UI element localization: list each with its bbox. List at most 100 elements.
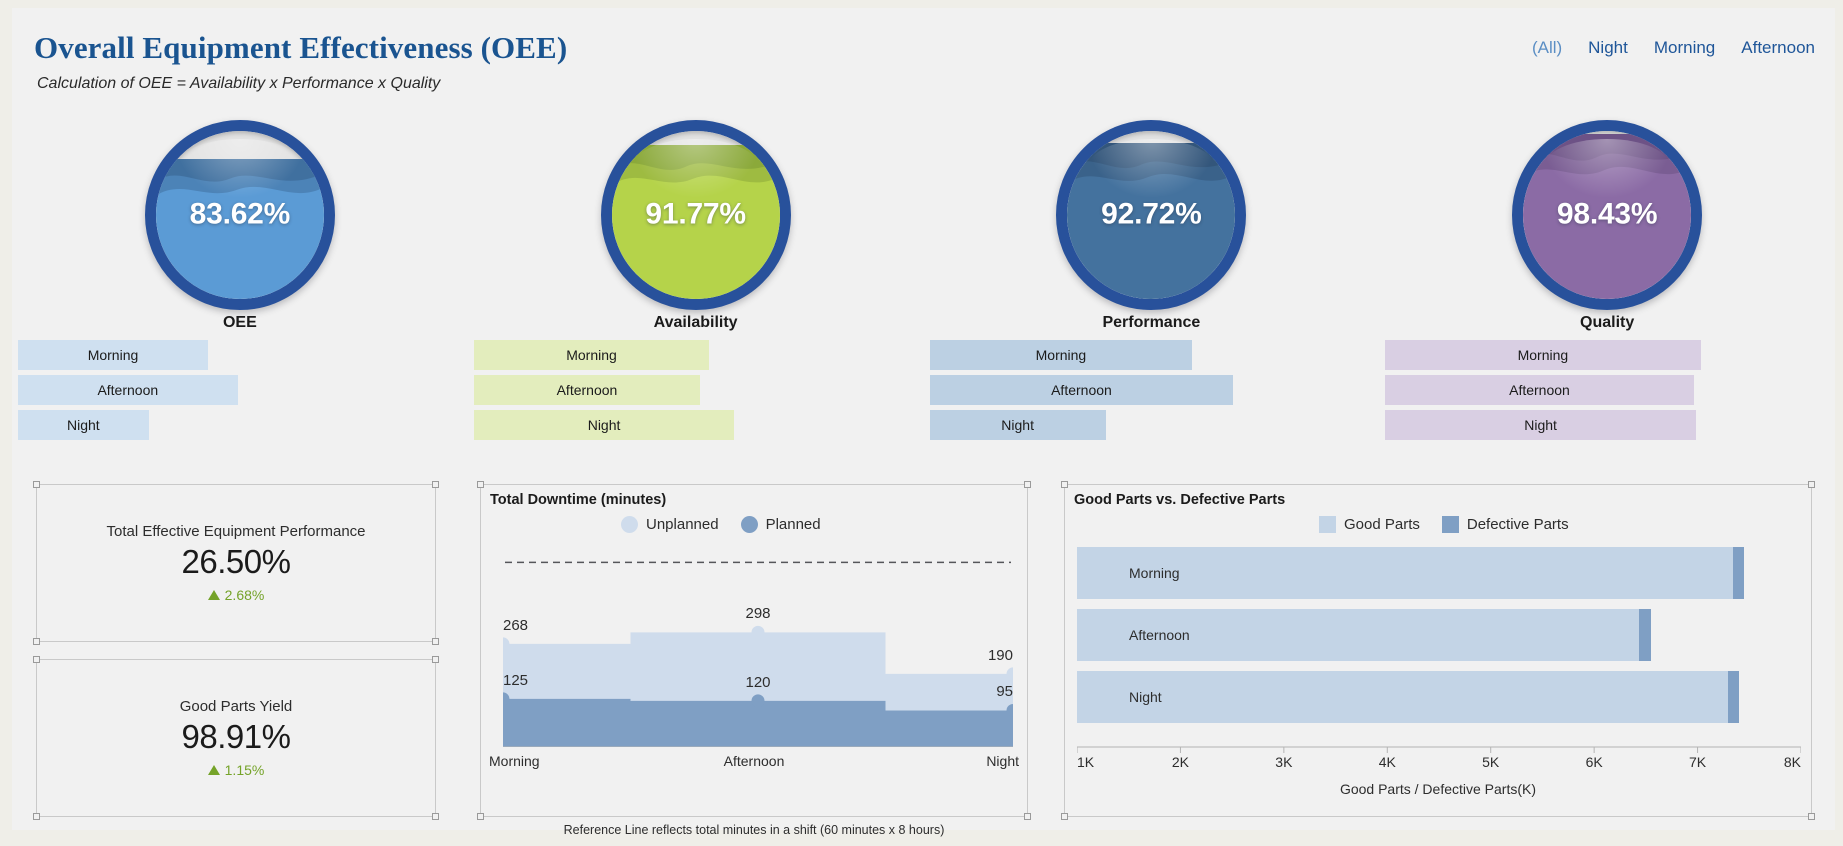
shift-bar[interactable]: Morning [468, 340, 924, 370]
shift-bar[interactable]: Morning [924, 340, 1380, 370]
bar-category-label: Morning [1129, 565, 1180, 581]
shift-bar[interactable]: Night [468, 410, 924, 440]
shift-bar-group-oee: Morning Afternoon Night [12, 340, 468, 445]
shift-bar-group-performance: Morning Afternoon Night [924, 340, 1380, 445]
dashboard-header: Overall Equipment Effectiveness (OEE) Ca… [12, 8, 1835, 104]
legend-item-planned[interactable]: Planned [740, 516, 821, 533]
legend-item-defective-parts[interactable]: Defective Parts [1441, 516, 1569, 533]
datalabel-unplanned-night: 190 [987, 646, 1013, 664]
resize-handle[interactable] [1024, 813, 1031, 820]
filter-item-morning[interactable]: Morning [1654, 38, 1715, 58]
gauge-availability[interactable]: 91.77% [600, 120, 791, 310]
filter-item-night[interactable]: Night [1588, 38, 1628, 58]
panel-title-downtime: Total Downtime (minutes) [490, 492, 667, 508]
table-row[interactable]: Morning [1077, 547, 1801, 599]
legend-good-parts[interactable]: Good Parts Defective Parts [1319, 516, 1581, 533]
shift-bar-label: Afternoon [1509, 382, 1570, 398]
kpi-delta-value: 2.68% [224, 587, 265, 603]
legend-label-defective-parts: Defective Parts [1466, 516, 1569, 533]
shift-bar-label: Morning [1517, 347, 1569, 363]
resize-handle[interactable] [432, 813, 439, 820]
resize-handle[interactable] [1061, 813, 1068, 820]
good-parts-plot-area[interactable]: Morning Afternoon Night [1077, 547, 1801, 743]
gauge-quality[interactable]: 98.43% [1512, 120, 1703, 310]
bar-defective-parts [1638, 609, 1652, 661]
shift-bar[interactable]: Afternoon [12, 375, 468, 405]
shift-filter[interactable]: (All) Night Morning Afternoon [1532, 38, 1815, 58]
panel-total-downtime[interactable]: Total Downtime (minutes) Unplanned Plann… [477, 481, 1031, 820]
downtime-xtick-afternoon: Afternoon [723, 753, 785, 769]
kpi-delta: 2.68% [207, 587, 265, 603]
resize-handle[interactable] [1061, 481, 1068, 488]
gauge-cell-oee: 83.62% OEE Morning Afternoon Night [12, 108, 468, 448]
good-parts-xtick: 1K [1077, 754, 1095, 770]
gauge-value: 92.72% [1101, 197, 1202, 231]
kpi-value: 26.50% [181, 543, 291, 580]
filter-item-all[interactable]: (All) [1532, 38, 1562, 58]
resize-handle[interactable] [1808, 813, 1815, 820]
legend-swatch-good-parts [1319, 516, 1336, 533]
gauge-cell-performance: 92.72% Performance Morning Afternoon Night [924, 108, 1380, 448]
kpi-label: Good Parts Yield [179, 698, 293, 715]
table-row[interactable]: Night [1077, 671, 1801, 723]
legend-item-good-parts[interactable]: Good Parts [1319, 516, 1420, 533]
kpi-value: 98.91% [181, 718, 291, 755]
resize-handle[interactable] [33, 481, 40, 488]
kpi-panel-good-parts-yield[interactable]: Good Parts Yield 98.91% 1.15% [33, 656, 439, 820]
gauge-oee[interactable]: 83.62% [144, 120, 335, 310]
gauge-performance[interactable]: 92.72% [1056, 120, 1247, 310]
gauge-cell-availability: 91.77% Availability Morning Afternoon Night [468, 108, 924, 448]
bar-defective-parts [1727, 671, 1740, 723]
datalabel-planned-afternoon: 120 [745, 673, 771, 691]
shift-bar[interactable]: Afternoon [1379, 375, 1835, 405]
shift-bar[interactable]: Morning [12, 340, 468, 370]
shift-bar[interactable]: Night [1379, 410, 1835, 440]
panel-good-parts[interactable]: Good Parts vs. Defective Parts Good Part… [1061, 481, 1815, 820]
legend-downtime[interactable]: Unplanned Planned [621, 516, 833, 533]
page-title: Overall Equipment Effectiveness (OEE) [34, 30, 568, 65]
gauge-title: Quality [1580, 314, 1635, 331]
shift-bar[interactable]: Night [12, 410, 468, 440]
filter-item-afternoon[interactable]: Afternoon [1741, 38, 1815, 58]
shift-bar[interactable]: Morning [1379, 340, 1835, 370]
shift-bar[interactable]: Afternoon [468, 375, 924, 405]
shift-bar-label: Morning [1035, 347, 1087, 363]
downtime-caption: Reference Line reflects total minutes in… [563, 823, 945, 837]
shift-bar[interactable]: Night [924, 410, 1380, 440]
resize-handle[interactable] [477, 481, 484, 488]
resize-handle[interactable] [1808, 481, 1815, 488]
resize-handle[interactable] [432, 656, 439, 663]
good-parts-xtick: 4K [1378, 754, 1396, 770]
resize-handle[interactable] [33, 813, 40, 820]
good-parts-xtick: 8K [1783, 754, 1801, 770]
resize-handle[interactable] [432, 638, 439, 645]
resize-handle[interactable] [477, 813, 484, 820]
resize-handle[interactable] [33, 656, 40, 663]
legend-item-unplanned[interactable]: Unplanned [621, 516, 719, 533]
shift-bar-label: Night [1001, 417, 1034, 433]
gauge-title: Performance [1102, 314, 1201, 331]
gauge-value: 98.43% [1556, 197, 1658, 231]
shift-bar[interactable]: Afternoon [924, 375, 1380, 405]
gauge-inner: 83.62% [155, 131, 324, 299]
good-parts-xtick: 7K [1689, 754, 1707, 770]
page-subtitle: Calculation of OEE = Availability x Perf… [37, 75, 441, 92]
good-parts-x-axis: 1K 2K 3K 4K 5K 6K 7K 8K [1076, 743, 1802, 777]
bar-category-label: Night [1129, 689, 1162, 705]
shift-bar-label: Night [1524, 417, 1557, 433]
downtime-xtick-morning: Morning [489, 753, 540, 769]
resize-handle[interactable] [33, 638, 40, 645]
resize-handle[interactable] [432, 481, 439, 488]
shift-bar-label: Morning [566, 347, 617, 363]
downtime-plot-area[interactable]: 268 298 190 125 120 95 [496, 547, 1020, 748]
bar-defective-parts [1732, 547, 1745, 599]
downtime-svg [496, 561, 1020, 748]
shift-bar-group-availability: Morning Afternoon Night [468, 340, 924, 445]
datalabel-planned-morning: 125 [503, 671, 529, 689]
datalabel-unplanned-morning: 268 [503, 616, 529, 634]
triangle-up-icon [207, 590, 220, 600]
resize-handle[interactable] [1024, 481, 1031, 488]
table-row[interactable]: Afternoon [1077, 609, 1801, 661]
kpi-panel-teep[interactable]: Total Effective Equipment Performance 26… [33, 481, 439, 645]
kpi-delta-value: 1.15% [224, 762, 265, 778]
